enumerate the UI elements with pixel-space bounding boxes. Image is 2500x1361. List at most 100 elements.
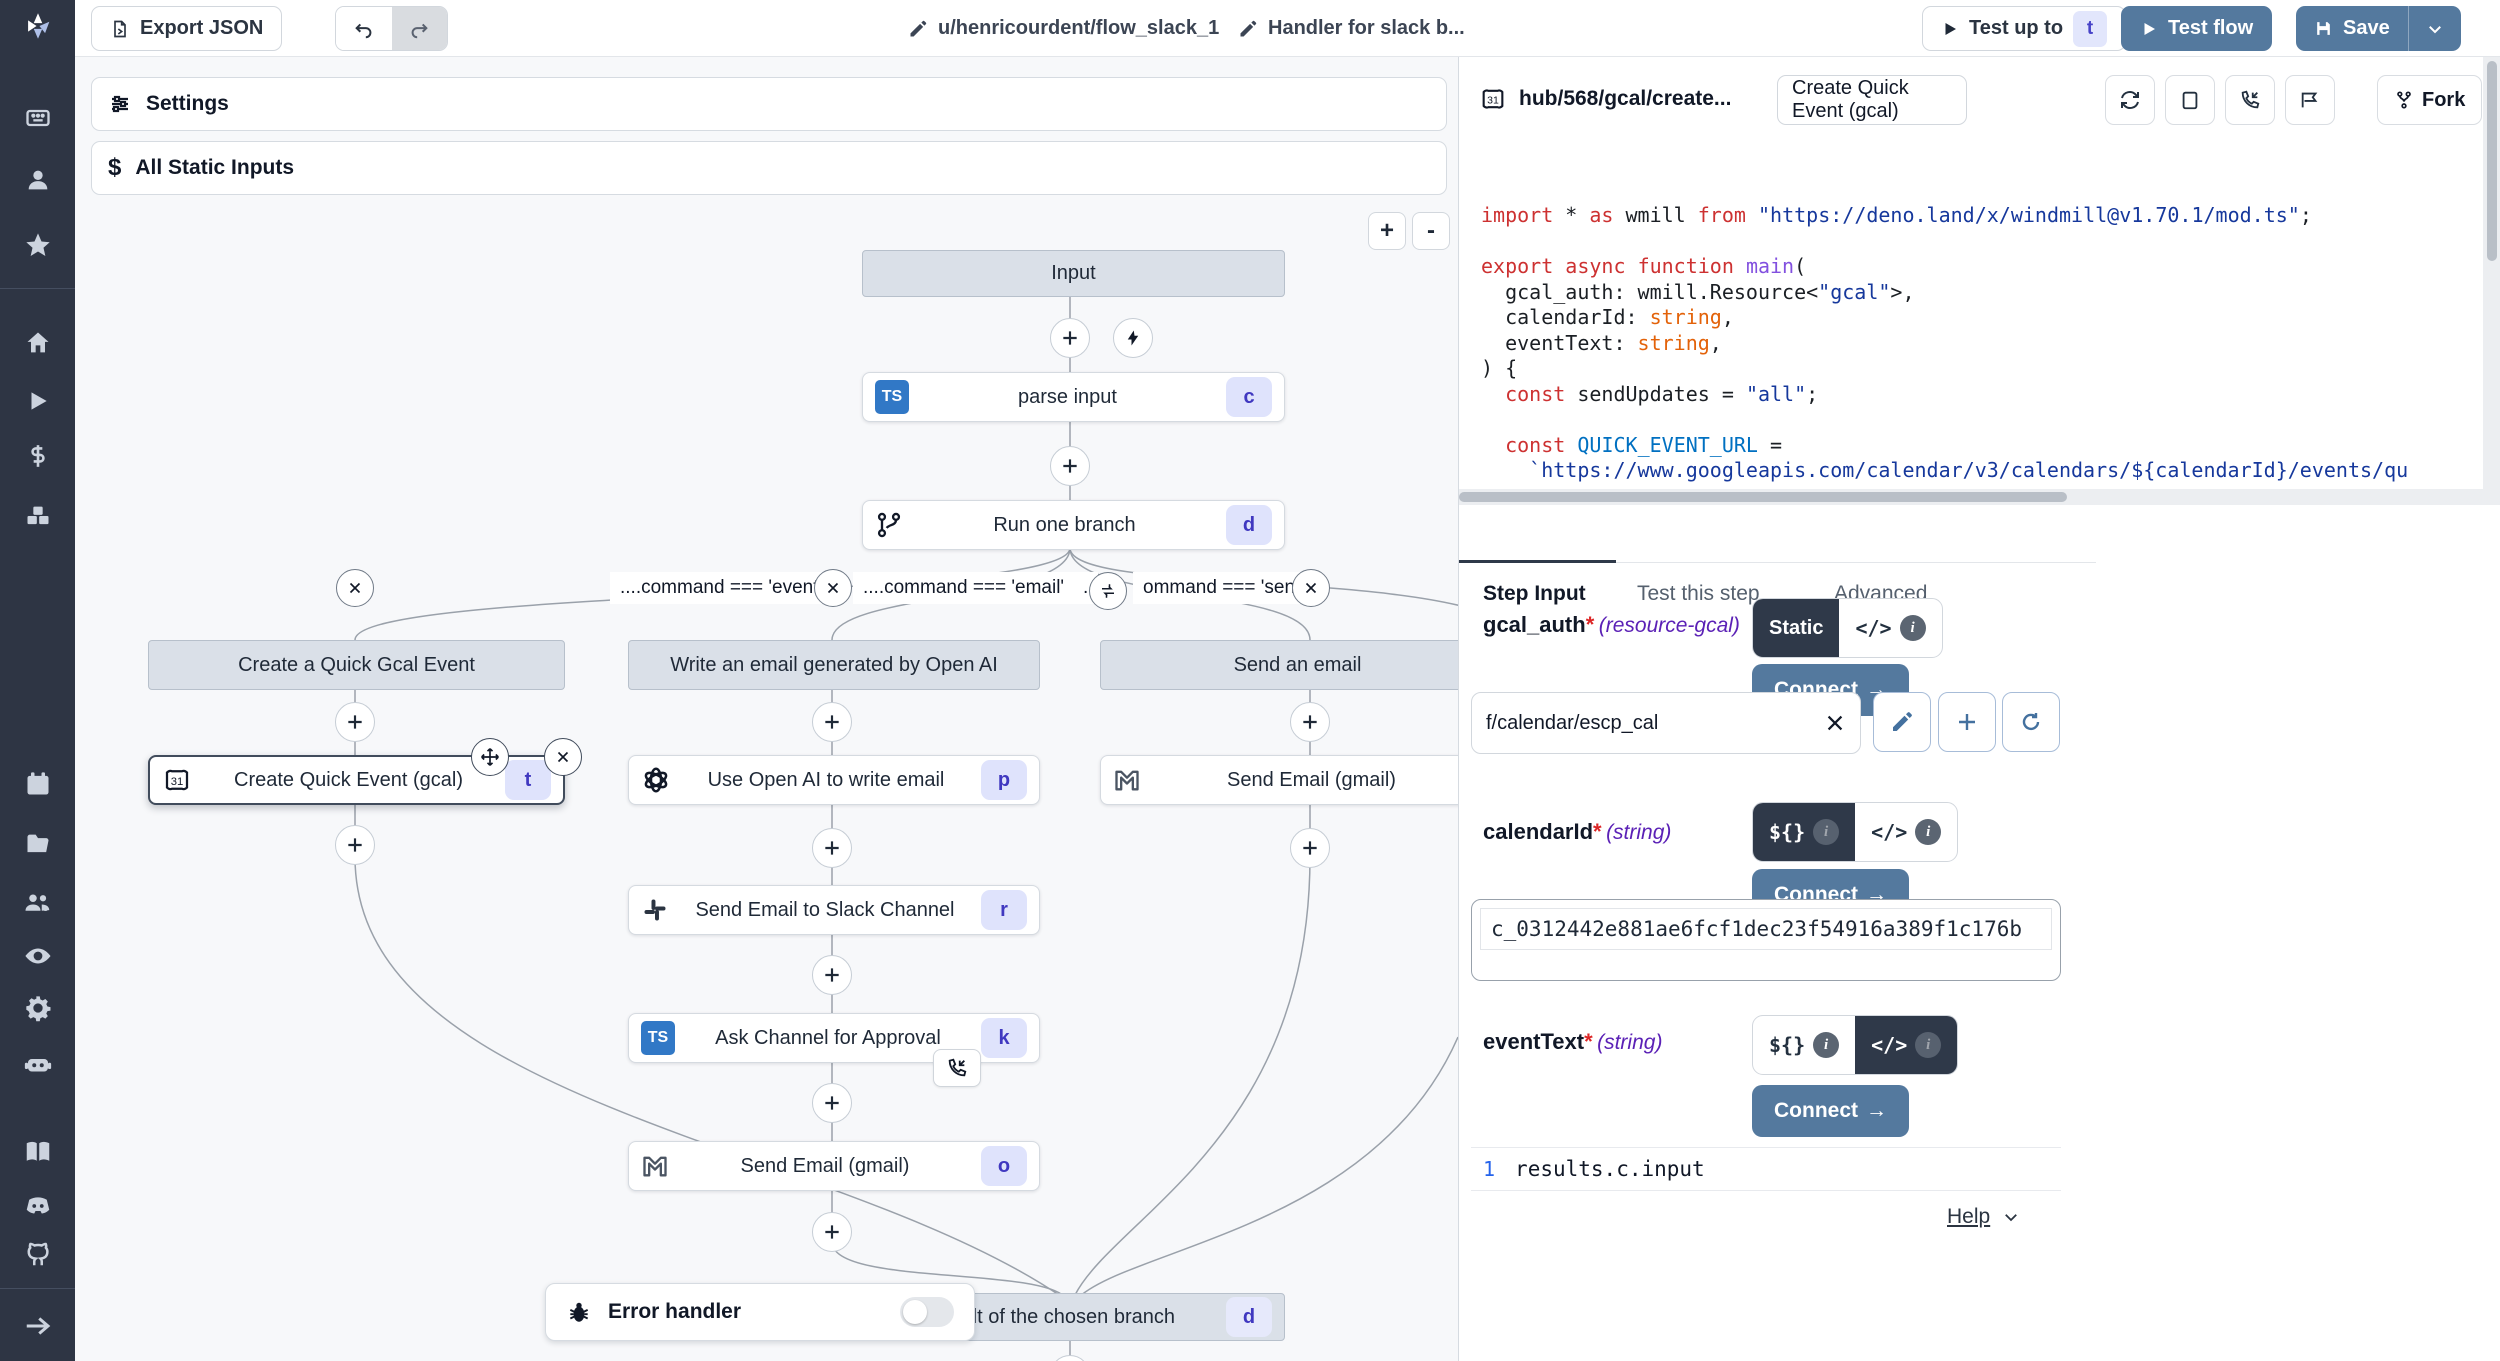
step-node-parse-input[interactable]: TS parse input c [862,372,1285,422]
code-editor[interactable]: import * as wmill from "https://deno.lan… [1481,152,2471,487]
windmill-logo-icon[interactable] [0,6,75,46]
user-icon[interactable] [0,160,75,200]
discord-icon[interactable] [0,1186,75,1226]
flow-path-breadcrumb[interactable]: u/henricourdent/flow_slack_1 [908,0,1219,57]
favorites-star-icon[interactable] [0,225,75,265]
runs-icon[interactable] [0,381,75,421]
all-static-inputs-label: All Static Inputs [135,156,294,180]
step-node-send-gmail[interactable]: Send Email (gmail) o [628,1141,1040,1191]
branch-header[interactable]: Write an email generated by Open AI [628,640,1040,690]
branch-header[interactable]: Create a Quick Gcal Event [148,640,565,690]
add-step-button[interactable] [812,828,852,868]
gmail-icon [1113,766,1141,794]
script-path: 31 hub/568/gcal/create... [1479,85,1731,113]
home-icon[interactable] [0,323,75,363]
refresh-resource-button[interactable] [2002,692,2060,752]
zoom-in-button[interactable]: + [1368,212,1406,250]
fork-icon [2394,90,2414,110]
step-summary-input[interactable]: Create Quick Event (gcal) [1777,75,1967,125]
javascript-mode-segment[interactable]: </>i [1855,1016,1957,1074]
branch-header[interactable]: Send an email [1100,640,1458,690]
step-id-badge: p [981,760,1027,800]
add-step-button[interactable] [812,1083,852,1123]
workers-robot-icon[interactable] [0,1044,75,1084]
delete-branch-button[interactable] [1292,569,1330,607]
field-calendar-id-label: calendarId* (string) [1483,819,1671,845]
save-button[interactable]: Save [2296,6,2408,51]
info-icon[interactable]: i [1915,819,1941,845]
step-node-slack-channel[interactable]: Send Email to Slack Channel r [628,885,1040,935]
step-node-run-one-branch[interactable]: Run one branch d [862,500,1285,550]
javascript-mode-segment[interactable]: </>i [1855,803,1957,861]
delete-branch-button[interactable] [336,569,374,607]
flow-settings-bar[interactable]: Settings [91,77,1447,131]
variables-icon[interactable] [0,436,75,476]
help-link[interactable]: Help [1947,1205,2020,1229]
resources-icon[interactable] [0,496,75,536]
add-step-button[interactable] [1290,828,1330,868]
suspend-approval-icon[interactable] [933,1049,981,1087]
event-text-expr-editor[interactable]: 1 results.c.input [1471,1147,2061,1191]
template-mode-segment[interactable]: ${}i [1753,803,1855,861]
zoom-out-button[interactable]: - [1412,212,1450,250]
step-node-openai-email[interactable]: Use Open AI to write email p [628,755,1040,805]
add-step-button[interactable] [812,955,852,995]
info-icon[interactable]: i [1915,1032,1941,1058]
settings-gear-icon[interactable] [0,988,75,1028]
test-up-to-kbd: t [2073,11,2107,47]
step-node-send-gmail-right[interactable]: Send Email (gmail) [1100,755,1458,805]
box-icon-button[interactable] [2165,75,2215,125]
schedules-icon[interactable] [0,764,75,804]
reload-icon-button[interactable] [2105,75,2155,125]
docs-book-icon[interactable] [0,1132,75,1172]
apps-icon[interactable] [0,98,75,138]
info-icon[interactable]: i [1900,615,1926,641]
info-icon[interactable]: i [1813,819,1839,845]
error-handler-toggle[interactable] [900,1297,954,1327]
flow-title-breadcrumb[interactable]: Handler for slack b... [1238,0,1465,57]
suspend-phone-icon-button[interactable] [2225,75,2275,125]
clear-icon[interactable] [1824,712,1846,734]
expand-sidebar-icon[interactable] [0,1306,75,1346]
event-text-connect-button[interactable]: Connect→ [1752,1085,1909,1137]
undo-button[interactable] [336,7,392,50]
flow-input-node[interactable]: Input [862,250,1285,297]
resource-picker-input[interactable]: f/calendar/escp_cal [1471,692,1861,754]
redo-button[interactable] [392,7,448,50]
add-step-button[interactable] [1050,318,1090,358]
folders-icon[interactable] [0,824,75,864]
flow-canvas[interactable]: Settings $ All Static Inputs + - Input T… [75,57,1458,1361]
all-static-inputs-bar[interactable]: $ All Static Inputs [91,141,1447,195]
groups-icon[interactable] [0,882,75,922]
add-step-button[interactable] [335,702,375,742]
add-step-button[interactable] [812,1212,852,1252]
javascript-mode-segment[interactable]: </>i [1839,599,1941,657]
sleep-icon-button[interactable] [2285,75,2335,125]
add-resource-button[interactable] [1938,692,1996,752]
audit-eye-icon[interactable] [0,936,75,976]
move-branch-icon[interactable] [1089,572,1127,610]
move-step-handle[interactable] [471,738,509,776]
export-json-button[interactable]: Export JSON [91,6,282,51]
delete-branch-button[interactable] [814,569,852,607]
calendar-id-value-input[interactable]: c_0312442e881ae6fcf1dec23f54916a389f1c17… [1480,908,2052,950]
github-icon[interactable] [0,1234,75,1274]
fork-button[interactable]: Fork [2377,75,2482,125]
template-mode-segment[interactable]: ${}i [1753,1016,1855,1074]
test-flow-button[interactable]: Test flow [2121,6,2272,51]
code-hscrollbar[interactable] [1459,489,2500,505]
code-vscrollbar[interactable] [2483,57,2500,489]
remove-step-button[interactable] [544,738,582,776]
add-step-button[interactable] [335,825,375,865]
add-step-button[interactable] [1050,446,1090,486]
calendar-id-value-box: c_0312442e881ae6fcf1dec23f54916a389f1c17… [1471,899,2061,981]
test-up-to-button[interactable]: Test up to t [1922,6,2126,51]
edit-pencil-icon [908,19,928,39]
add-step-button[interactable] [812,702,852,742]
save-dropdown-button[interactable] [2409,6,2461,51]
add-step-button[interactable] [1290,702,1330,742]
trigger-bolt-button[interactable] [1113,318,1153,358]
info-icon[interactable]: i [1813,1032,1839,1058]
static-mode-segment[interactable]: Static [1753,599,1839,657]
edit-resource-button[interactable] [1873,692,1931,752]
